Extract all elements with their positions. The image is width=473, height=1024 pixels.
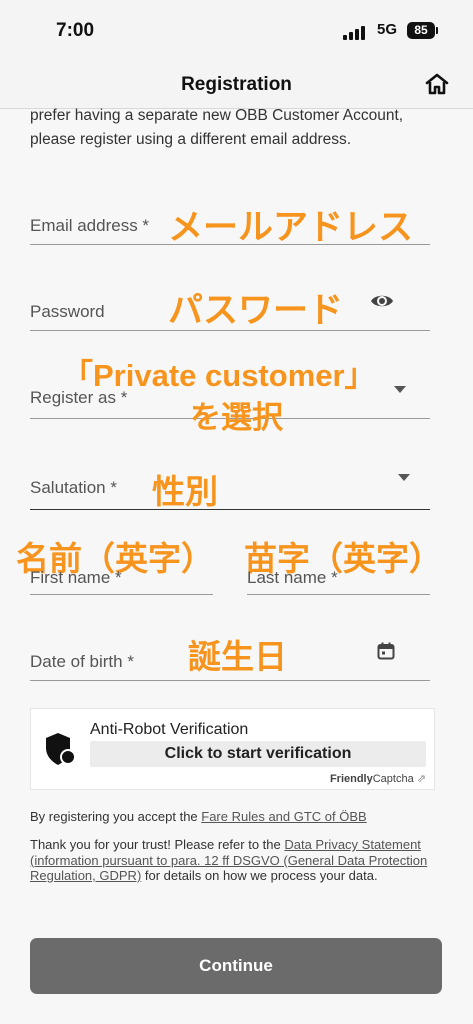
privacy-suffix: for details on how we process your data. [141, 868, 378, 883]
terms-prefix: By registering you accept the [30, 809, 202, 824]
intro-text: prefer having a separate new OBB Custome… [30, 107, 404, 148]
captcha-brand-rest: Captcha [372, 773, 414, 785]
battery-icon: 85 [407, 22, 435, 39]
continue-button[interactable]: Continue [30, 938, 442, 994]
shield-icon [46, 733, 75, 765]
status-bar: 7:00 5G 85 [0, 0, 473, 60]
captcha-title: Anti-Robot Verification [90, 721, 249, 738]
terms-text: By registering you accept the Fare Rules… [30, 809, 440, 825]
calendar-icon[interactable] [377, 642, 395, 660]
home-icon[interactable] [424, 72, 450, 96]
date-of-birth-label: Date of birth * [30, 652, 134, 671]
first-name-label: First name * [30, 568, 122, 587]
chevron-down-icon [398, 474, 410, 481]
fare-rules-link[interactable]: Fare Rules and GTC of ÖBB [201, 809, 366, 824]
date-of-birth-annotation: 誕生日 [188, 638, 287, 675]
salutation-annotation: 性別 [152, 473, 218, 510]
salutation-label: Salutation * [30, 478, 117, 497]
first-name-field[interactable]: First name * [30, 568, 213, 595]
salutation-select[interactable]: Salutation * [30, 455, 430, 510]
chevron-down-icon [394, 386, 406, 393]
start-verification-button[interactable]: Click to start verification [90, 741, 426, 767]
eye-icon[interactable] [370, 292, 394, 310]
navigation-bar: Registration [0, 60, 473, 109]
password-annotation: パスワード [168, 291, 344, 330]
cellular-signal-icon [343, 26, 373, 40]
captcha-widget: Anti-Robot Verification Click to start v… [30, 708, 435, 790]
email-label: Email address * [30, 216, 150, 235]
last-name-label: Last name * [247, 568, 338, 587]
privacy-prefix: Thank you for your trust! Please refer t… [30, 837, 285, 852]
captcha-brand[interactable]: FriendlyCaptcha ⇗ [330, 772, 426, 785]
external-link-icon: ⇗ [416, 773, 426, 785]
register-as-annotation-2: を選択 [190, 400, 283, 435]
captcha-brand-bold: Friendly [329, 773, 373, 785]
network-type: 5G [377, 21, 398, 38]
status-time: 7:00 [56, 20, 95, 41]
email-annotation: メールアドレス [168, 208, 414, 247]
battery-cap [436, 27, 438, 34]
password-label: Password [30, 302, 105, 321]
page-title: Registration [181, 74, 292, 95]
last-name-field[interactable]: Last name * [247, 568, 430, 595]
privacy-text: Thank you for your trust! Please refer t… [30, 837, 440, 884]
register-as-annotation: 「Private customer」 [62, 358, 376, 393]
